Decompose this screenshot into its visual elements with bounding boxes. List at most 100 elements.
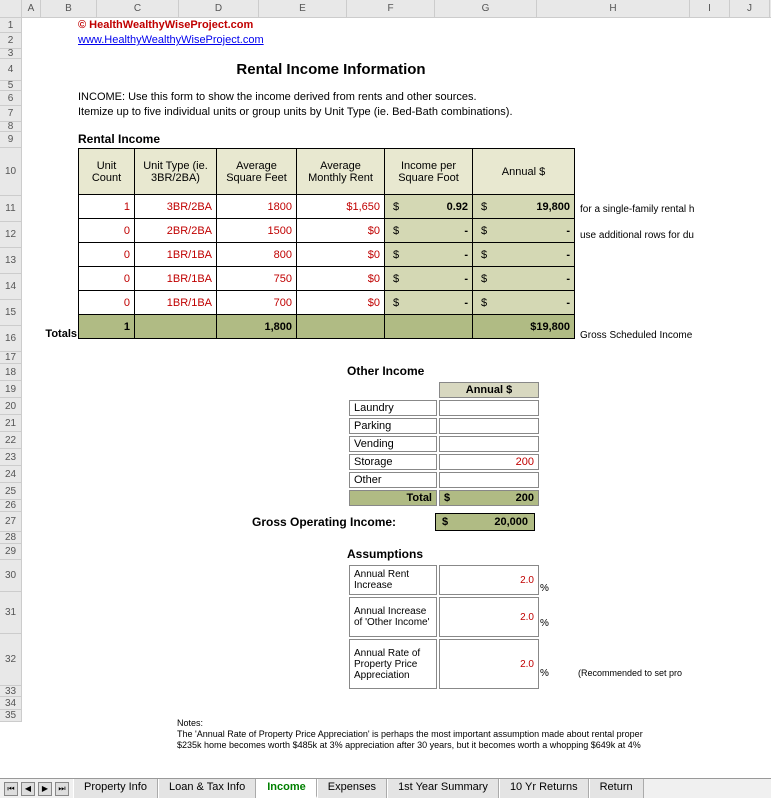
hdr-income-sqft: Income per Square Foot — [385, 149, 473, 195]
rent-cell[interactable]: $0 — [297, 219, 385, 243]
page-title: Rental Income Information — [41, 61, 621, 78]
annual-cell: $- — [473, 243, 575, 267]
unit-count-cell[interactable]: 0 — [79, 219, 135, 243]
other-item-value[interactable] — [439, 418, 539, 434]
col-I[interactable]: I — [690, 0, 730, 17]
desc-line-1: INCOME: Use this form to show the income… — [78, 91, 477, 103]
tab-income[interactable]: Income — [256, 779, 317, 798]
unit-type-cell[interactable]: 1BR/1BA — [135, 243, 217, 267]
assumption-value[interactable]: 2.0 — [439, 565, 539, 595]
col-F[interactable]: F — [347, 0, 435, 17]
other-income-table: Annual $ Laundry Parking Vending Storage… — [347, 380, 541, 508]
unit-count-cell[interactable]: 0 — [79, 291, 135, 315]
ipsf-cell: $- — [385, 219, 473, 243]
rent-cell[interactable]: $0 — [297, 243, 385, 267]
sheet-tabs: ⏮ ◀ ▶ ⏭ Property InfoLoan & Tax InfoInco… — [0, 778, 771, 798]
other-total-val: 200 — [516, 492, 534, 504]
other-item-value[interactable]: 200 — [439, 454, 539, 470]
rent-cell[interactable]: $0 — [297, 267, 385, 291]
column-headers: A B C D E F G H I J — [0, 0, 771, 18]
notes-line-1: The 'Annual Rate of Property Price Appre… — [177, 729, 643, 740]
unit-type-cell[interactable]: 1BR/1BA — [135, 291, 217, 315]
other-item-label: Storage — [349, 454, 437, 470]
goi-label: Gross Operating Income: — [252, 515, 396, 529]
assumptions-heading: Assumptions — [347, 547, 423, 561]
annual-cell: $- — [473, 219, 575, 243]
rent-cell[interactable]: $0 — [297, 291, 385, 315]
other-income-heading: Other Income — [347, 364, 424, 378]
unit-type-cell[interactable]: 1BR/1BA — [135, 267, 217, 291]
hdr-unit-count: Unit Count — [79, 149, 135, 195]
ipsf-cell: $- — [385, 267, 473, 291]
tab-loan-tax-info[interactable]: Loan & Tax Info — [158, 779, 256, 798]
gross-scheduled-note: Gross Scheduled Income — [580, 330, 692, 341]
other-item-value[interactable] — [439, 400, 539, 416]
tab-10-yr-returns[interactable]: 10 Yr Returns — [499, 779, 589, 798]
notes-head: Notes: — [177, 718, 643, 729]
total-annual: 19,800 — [536, 321, 570, 333]
other-item-value[interactable] — [439, 436, 539, 452]
tab-property-info[interactable]: Property Info — [73, 779, 158, 798]
col-C[interactable]: C — [97, 0, 179, 17]
desc-line-2: Itemize up to five individual units or g… — [78, 106, 513, 118]
website-link[interactable]: www.HealthyWealthyWiseProject.com — [78, 34, 264, 46]
assumption-label: Annual Increase of 'Other Income' — [349, 597, 437, 637]
nav-prev-icon[interactable]: ◀ — [21, 782, 35, 796]
col-G[interactable]: G — [435, 0, 537, 17]
hdr-avg-sqft: Average Square Feet — [217, 149, 297, 195]
ipsf-cell: $- — [385, 243, 473, 267]
tab-expenses[interactable]: Expenses — [317, 779, 387, 798]
nav-next-icon[interactable]: ▶ — [38, 782, 52, 796]
hdr-avg-rent: Average Monthly Rent — [297, 149, 385, 195]
nav-first-icon[interactable]: ⏮ — [4, 782, 18, 796]
hdr-annual: Annual $ — [473, 149, 575, 195]
annual-cell: $- — [473, 291, 575, 315]
sqft-cell[interactable]: 1800 — [217, 195, 297, 219]
ipsf-cell: $- — [385, 291, 473, 315]
percent-sign: % — [540, 618, 549, 629]
hdr-unit-type: Unit Type (ie. 3BR/2BA) — [135, 149, 217, 195]
total-sqft: 1,800 — [217, 315, 297, 339]
other-item-label: Laundry — [349, 400, 437, 416]
ipsf-cell: $0.92 — [385, 195, 473, 219]
unit-count-cell[interactable]: 0 — [79, 243, 135, 267]
assumption-label: Annual Rate of Property Price Appreciati… — [349, 639, 437, 689]
tab-return[interactable]: Return — [589, 779, 644, 798]
assumptions-table: Annual Rent Increase 2.0Annual Increase … — [347, 563, 541, 691]
col-E[interactable]: E — [259, 0, 347, 17]
recommended-note: (Recommended to set pro — [578, 668, 682, 678]
copyright-text: © HealthWealthyWiseProject.com — [78, 19, 253, 31]
unit-type-cell[interactable]: 2BR/2BA — [135, 219, 217, 243]
assumption-value[interactable]: 2.0 — [439, 597, 539, 637]
col-H[interactable]: H — [537, 0, 690, 17]
assumption-value[interactable]: 2.0 — [439, 639, 539, 689]
sqft-cell[interactable]: 700 — [217, 291, 297, 315]
unit-count-cell[interactable]: 0 — [79, 267, 135, 291]
sqft-cell[interactable]: 800 — [217, 243, 297, 267]
row-note: use additional rows for du — [580, 230, 694, 241]
totals-label: Totals — [41, 328, 77, 340]
col-D[interactable]: D — [179, 0, 259, 17]
other-total-label: Total — [349, 490, 437, 506]
sqft-cell[interactable]: 750 — [217, 267, 297, 291]
annual-cell: $19,800 — [473, 195, 575, 219]
percent-sign: % — [540, 583, 549, 594]
col-A[interactable]: A — [22, 0, 41, 17]
goi-value: $20,000 — [435, 513, 535, 531]
row-note: for a single-family rental h — [580, 204, 695, 215]
nav-last-icon[interactable]: ⏭ — [55, 782, 69, 796]
unit-count-cell[interactable]: 1 — [79, 195, 135, 219]
unit-type-cell[interactable]: 3BR/2BA — [135, 195, 217, 219]
col-B[interactable]: B — [41, 0, 97, 17]
col-J[interactable]: J — [730, 0, 770, 17]
other-item-value[interactable] — [439, 472, 539, 488]
assumption-label: Annual Rent Increase — [349, 565, 437, 595]
rent-cell[interactable]: $1,650 — [297, 195, 385, 219]
other-item-label: Other — [349, 472, 437, 488]
tab-1st-year-summary[interactable]: 1st Year Summary — [387, 779, 499, 798]
annual-cell: $- — [473, 267, 575, 291]
other-annual-hdr: Annual $ — [439, 382, 539, 398]
sqft-cell[interactable]: 1500 — [217, 219, 297, 243]
tab-nav: ⏮ ◀ ▶ ⏭ — [0, 779, 73, 798]
row-headers: 1 2 3 4 5 6 7 8 9 10 11 12 13 14 15 16 1… — [0, 18, 22, 722]
